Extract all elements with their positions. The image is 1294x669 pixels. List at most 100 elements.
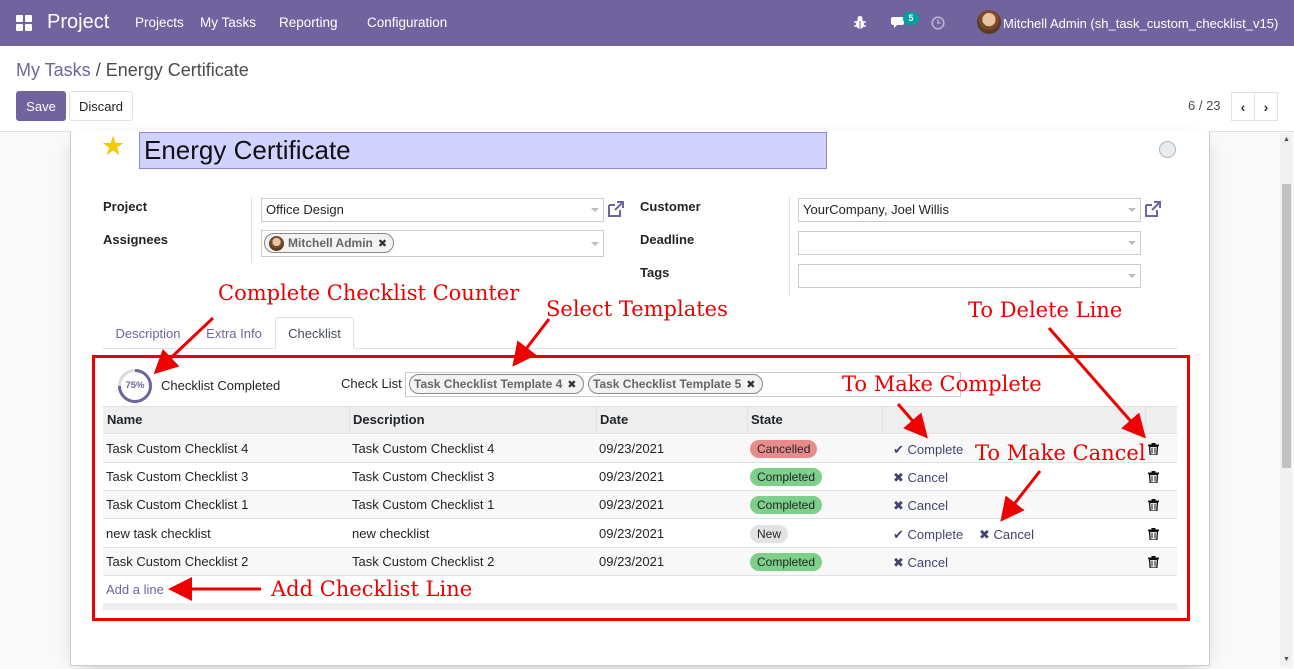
deadline-field[interactable] <box>798 231 1141 255</box>
row-description[interactable]: Task Custom Checklist 1 <box>352 497 494 512</box>
row-description[interactable]: Task Custom Checklist 4 <box>352 441 494 456</box>
add-line-link[interactable]: Add a line <box>106 582 164 597</box>
pager-value[interactable]: 6 / 23 <box>1188 98 1221 113</box>
menu-my-tasks[interactable]: My Tasks <box>200 15 256 30</box>
assignee-name: Mitchell Admin <box>288 236 373 250</box>
tab-extra-info[interactable]: Extra Info <box>196 317 272 349</box>
save-button[interactable]: Save <box>16 91 66 121</box>
task-title-input[interactable]: Energy Certificate <box>139 132 827 169</box>
trash-icon[interactable] <box>1148 556 1159 568</box>
x-icon: ✖ <box>893 498 904 513</box>
trash-icon[interactable] <box>1148 528 1159 540</box>
kanban-state-indicator[interactable] <box>1159 141 1176 158</box>
menu-configuration[interactable]: Configuration <box>367 15 447 30</box>
checklist-progress-percent: 75% <box>125 380 145 391</box>
cancel-label: Cancel <box>993 527 1034 542</box>
trash-icon[interactable] <box>1148 443 1159 455</box>
column-header-date[interactable]: Date <box>596 406 628 434</box>
row-date[interactable]: 09/23/2021 <box>599 441 664 456</box>
remove-tag-icon[interactable]: ✖ <box>378 237 387 250</box>
row-date[interactable]: 09/23/2021 <box>599 497 664 512</box>
row-date[interactable]: 09/23/2021 <box>599 526 664 541</box>
project-field[interactable]: Office Design <box>261 198 604 222</box>
user-avatar[interactable] <box>977 10 1001 34</box>
breadcrumb-my-tasks[interactable]: My Tasks <box>16 60 91 80</box>
trash-icon[interactable] <box>1148 499 1159 511</box>
assignee-tag[interactable]: Mitchell Admin ✖ <box>264 233 395 253</box>
external-link-icon[interactable] <box>606 199 626 219</box>
annotation-add-line: Add Checklist Line <box>271 577 473 601</box>
tab-description[interactable]: Description <box>103 317 193 349</box>
debug-bug-icon[interactable] <box>853 15 867 30</box>
checklist-completed-label: Checklist Completed <box>161 378 281 393</box>
chevron-right-icon: › <box>1263 98 1269 115</box>
discard-button[interactable]: Discard <box>69 91 133 121</box>
template-tag-label: Task Checklist Template 4 <box>414 377 563 391</box>
pager-previous-button[interactable]: ‹ <box>1231 92 1255 121</box>
remove-tag-icon[interactable]: ✖ <box>746 378 755 391</box>
left-field-separator <box>251 197 252 263</box>
row-description[interactable]: Task Custom Checklist 3 <box>352 469 494 484</box>
scrollbar-thumb[interactable] <box>1282 184 1291 468</box>
cancel-button[interactable]: ✖ Cancel <box>893 555 948 571</box>
user-menu[interactable]: Mitchell Admin (sh_task_custom_checklist… <box>1003 16 1278 31</box>
row-date[interactable]: 09/23/2021 <box>599 554 664 569</box>
row-name[interactable]: Task Custom Checklist 2 <box>106 554 248 569</box>
chevron-down-icon <box>1128 208 1136 212</box>
chevron-down-icon <box>1128 241 1136 245</box>
messages-count-badge: 5 <box>903 12 919 25</box>
breadcrumb-separator: / <box>95 60 101 80</box>
scroll-down-icon[interactable]: ▼ <box>1282 656 1291 663</box>
check-icon: ✔ <box>893 527 904 542</box>
cancel-button[interactable]: ✖ Cancel <box>893 498 948 514</box>
tags-field[interactable] <box>798 264 1141 288</box>
complete-label: Complete <box>907 442 964 457</box>
row-description[interactable]: new checklist <box>352 526 429 541</box>
x-icon: ✖ <box>893 470 904 485</box>
complete-button[interactable]: ✔ Complete <box>893 442 963 458</box>
row-description[interactable]: Task Custom Checklist 2 <box>352 554 494 569</box>
breadcrumb-current: Energy Certificate <box>105 60 249 80</box>
pager-next-button[interactable]: › <box>1254 92 1278 121</box>
menu-projects[interactable]: Projects <box>135 15 184 30</box>
row-name[interactable]: new task checklist <box>106 526 211 541</box>
cancel-button[interactable]: ✖ Cancel <box>893 470 948 486</box>
template-tag[interactable]: Task Checklist Template 5 ✖ <box>588 374 763 394</box>
customer-field[interactable]: YourCompany, Joel Willis <box>798 198 1141 222</box>
state-badge: New <box>750 525 789 543</box>
column-header-state[interactable]: State <box>747 406 783 434</box>
column-divider <box>596 406 597 434</box>
complete-button[interactable]: ✔ Complete <box>893 527 963 543</box>
row-name[interactable]: Task Custom Checklist 4 <box>106 441 248 456</box>
row-date[interactable]: 09/23/2021 <box>599 469 664 484</box>
complete-label: Complete <box>907 527 964 542</box>
activity-clock-icon[interactable] <box>931 16 945 30</box>
scroll-up-icon[interactable]: ▲ <box>1282 136 1291 143</box>
tags-label: Tags <box>640 265 670 280</box>
right-field-separator <box>789 197 790 296</box>
annotation-cancel: To Make Cancel <box>975 441 1146 465</box>
assignees-label: Assignees <box>103 232 169 247</box>
template-tag[interactable]: Task Checklist Template 4 ✖ <box>409 374 584 394</box>
deadline-label: Deadline <box>640 232 695 247</box>
project-value: Office Design <box>266 202 344 217</box>
annotation-delete: To Delete Line <box>968 298 1123 322</box>
customer-value: YourCompany, Joel Willis <box>803 202 949 217</box>
app-brand[interactable]: Project <box>47 11 109 34</box>
priority-star-icon[interactable]: ★ <box>101 131 125 162</box>
check-list-label: Check List <box>341 376 402 391</box>
annotation-complete: To Make Complete <box>842 372 1042 396</box>
trash-icon[interactable] <box>1148 471 1159 483</box>
remove-tag-icon[interactable]: ✖ <box>567 378 576 391</box>
external-link-icon[interactable] <box>1143 199 1163 219</box>
column-header-name[interactable]: Name <box>103 406 142 434</box>
breadcrumb: My Tasks / Energy Certificate <box>16 60 249 81</box>
row-name[interactable]: Task Custom Checklist 1 <box>106 497 248 512</box>
tab-checklist[interactable]: Checklist <box>275 317 354 349</box>
column-header-description[interactable]: Description <box>349 406 425 434</box>
row-name[interactable]: Task Custom Checklist 3 <box>106 469 248 484</box>
cancel-button[interactable]: ✖ Cancel <box>979 527 1034 543</box>
apps-menu-icon[interactable] <box>16 15 32 31</box>
menu-reporting[interactable]: Reporting <box>279 15 338 30</box>
check-icon: ✔ <box>893 442 904 457</box>
